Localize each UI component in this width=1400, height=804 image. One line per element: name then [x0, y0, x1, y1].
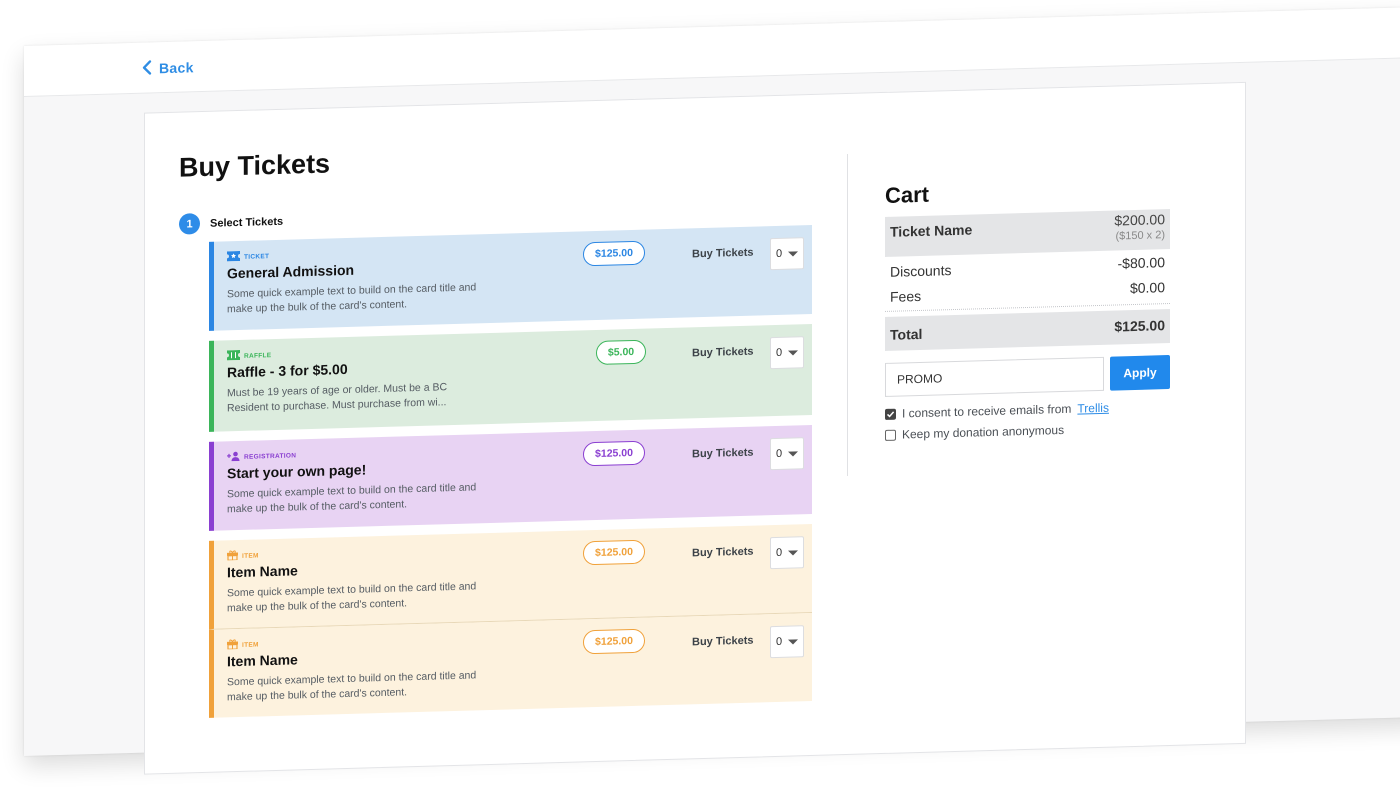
ticket-description: Must be 19 years of age or older. Must b…	[227, 381, 448, 415]
quantity-value: 0	[776, 247, 783, 260]
total-amount: $125.00	[1114, 317, 1165, 335]
ticket-category-label: REGISTRATION	[244, 451, 297, 461]
ticket-name: Item Name	[227, 562, 298, 581]
ticket-name: Start your own page!	[227, 461, 367, 482]
discounts-label: Discounts	[890, 262, 952, 280]
buy-tickets-label: Buy Tickets	[692, 634, 754, 649]
quantity-value: 0	[776, 447, 783, 460]
fees-amount: $0.00	[1129, 279, 1165, 297]
caret-down-icon	[788, 250, 798, 257]
column-divider	[847, 153, 848, 477]
ticket-description: Some quick example text to build on the …	[227, 669, 477, 704]
discounts-amount: -$80.00	[1117, 254, 1165, 272]
ticket-category-label: ITEM	[242, 551, 259, 560]
gift-icon	[227, 550, 238, 562]
buy-tickets-label: Buy Tickets	[692, 246, 754, 261]
caret-down-icon	[788, 349, 798, 356]
cart-ticket-amount: $200.00	[1114, 211, 1165, 229]
cart-ticket-detail: ($150 x 2)	[1115, 229, 1165, 243]
price-badge: $5.00	[596, 339, 646, 366]
promo-code-input[interactable]	[885, 356, 1104, 397]
add-user-icon	[227, 451, 240, 463]
cart-panel: Cart Ticket Name $200.00 ($150 x 2) Disc…	[885, 175, 1170, 442]
consent-checkbox[interactable]	[885, 408, 896, 420]
browser-viewport: Back Buy Tickets 1 Select Tickets TICKET…	[24, 6, 1400, 775]
quantity-select[interactable]: 0	[770, 437, 804, 471]
ticket-description: Some quick example text to build on the …	[227, 281, 477, 316]
price-badge: $125.00	[583, 440, 645, 467]
quantity-select[interactable]: 0	[770, 625, 804, 659]
quantity-value: 0	[776, 635, 783, 648]
checkout-card: Buy Tickets 1 Select Tickets TICKET Gene…	[144, 81, 1246, 775]
ticket-card-raffle: RAFFLE Raffle - 3 for $5.00 Must be 19 y…	[209, 323, 812, 432]
cart-total: Total $125.00	[885, 308, 1170, 351]
ticket-name: Item Name	[227, 651, 298, 670]
quantity-select[interactable]: 0	[770, 336, 804, 370]
promo-form: Apply	[885, 354, 1170, 397]
quantity-select[interactable]: 0	[770, 237, 804, 271]
back-label: Back	[159, 59, 194, 77]
ticket-category-label: RAFFLE	[244, 351, 272, 360]
fees-label: Fees	[890, 287, 922, 305]
price-badge: $125.00	[583, 539, 645, 566]
ticket-name: Raffle - 3 for $5.00	[227, 360, 348, 381]
consent-checkbox-row[interactable]: I consent to receive emails from Trellis	[885, 399, 1170, 421]
apply-button[interactable]: Apply	[1110, 354, 1170, 391]
caret-down-icon	[788, 549, 798, 556]
step-label: Select Tickets	[210, 215, 284, 230]
ticket-category-label: ITEM	[242, 640, 259, 649]
page-title: Buy Tickets	[179, 148, 331, 183]
ticket-list: TICKET General Admission Some quick exam…	[209, 224, 812, 718]
quantity-select[interactable]: 0	[770, 536, 804, 570]
cart-ticket-name: Ticket Name	[890, 221, 973, 240]
step-indicator: 1 Select Tickets	[179, 211, 283, 235]
anonymous-checkbox[interactable]	[885, 429, 896, 441]
ticket-category: RAFFLE	[227, 349, 271, 362]
buy-tickets-label: Buy Tickets	[692, 345, 754, 360]
back-button[interactable]: Back	[142, 55, 194, 80]
cart-title: Cart	[885, 181, 930, 208]
ticket-card-item: ITEM Item Name Some quick example text t…	[209, 523, 812, 630]
price-badge: $125.00	[583, 240, 645, 267]
ticket-name: General Admission	[227, 261, 355, 282]
buy-tickets-label: Buy Tickets	[692, 545, 754, 560]
ticket-category: ITEM	[227, 549, 259, 562]
buy-tickets-label: Buy Tickets	[692, 446, 754, 461]
quantity-value: 0	[776, 346, 783, 359]
ticket-category: REGISTRATION	[227, 449, 296, 463]
ticket-card-item: ITEM Item Name Some quick example text t…	[209, 612, 812, 718]
total-label: Total	[890, 325, 923, 343]
chevron-left-icon	[142, 59, 152, 78]
ticket-card-general-admission: TICKET General Admission Some quick exam…	[209, 224, 812, 331]
caret-down-icon	[788, 638, 798, 645]
quantity-value: 0	[776, 546, 783, 559]
ticket-description: Some quick example text to build on the …	[227, 580, 477, 615]
ticket-card-registration: REGISTRATION Start your own page! Some q…	[209, 424, 812, 531]
trellis-link[interactable]: Trellis	[1077, 401, 1109, 416]
consent-text: I consent to receive emails from	[902, 401, 1072, 421]
ticket-category: TICKET	[227, 250, 269, 263]
step-number-badge: 1	[179, 213, 200, 235]
ticket-category-label: TICKET	[244, 252, 270, 261]
caret-down-icon	[788, 450, 798, 457]
anonymous-checkbox-row[interactable]: Keep my donation anonymous	[885, 420, 1170, 442]
raffle-ticket-icon	[227, 349, 240, 362]
gift-icon	[227, 639, 238, 651]
checkmark-icon	[886, 410, 895, 417]
price-badge: $125.00	[583, 628, 645, 655]
ticket-description: Some quick example text to build on the …	[227, 481, 477, 516]
ticket-icon	[227, 250, 240, 263]
ticket-category: ITEM	[227, 638, 259, 651]
anonymous-text: Keep my donation anonymous	[902, 422, 1065, 442]
